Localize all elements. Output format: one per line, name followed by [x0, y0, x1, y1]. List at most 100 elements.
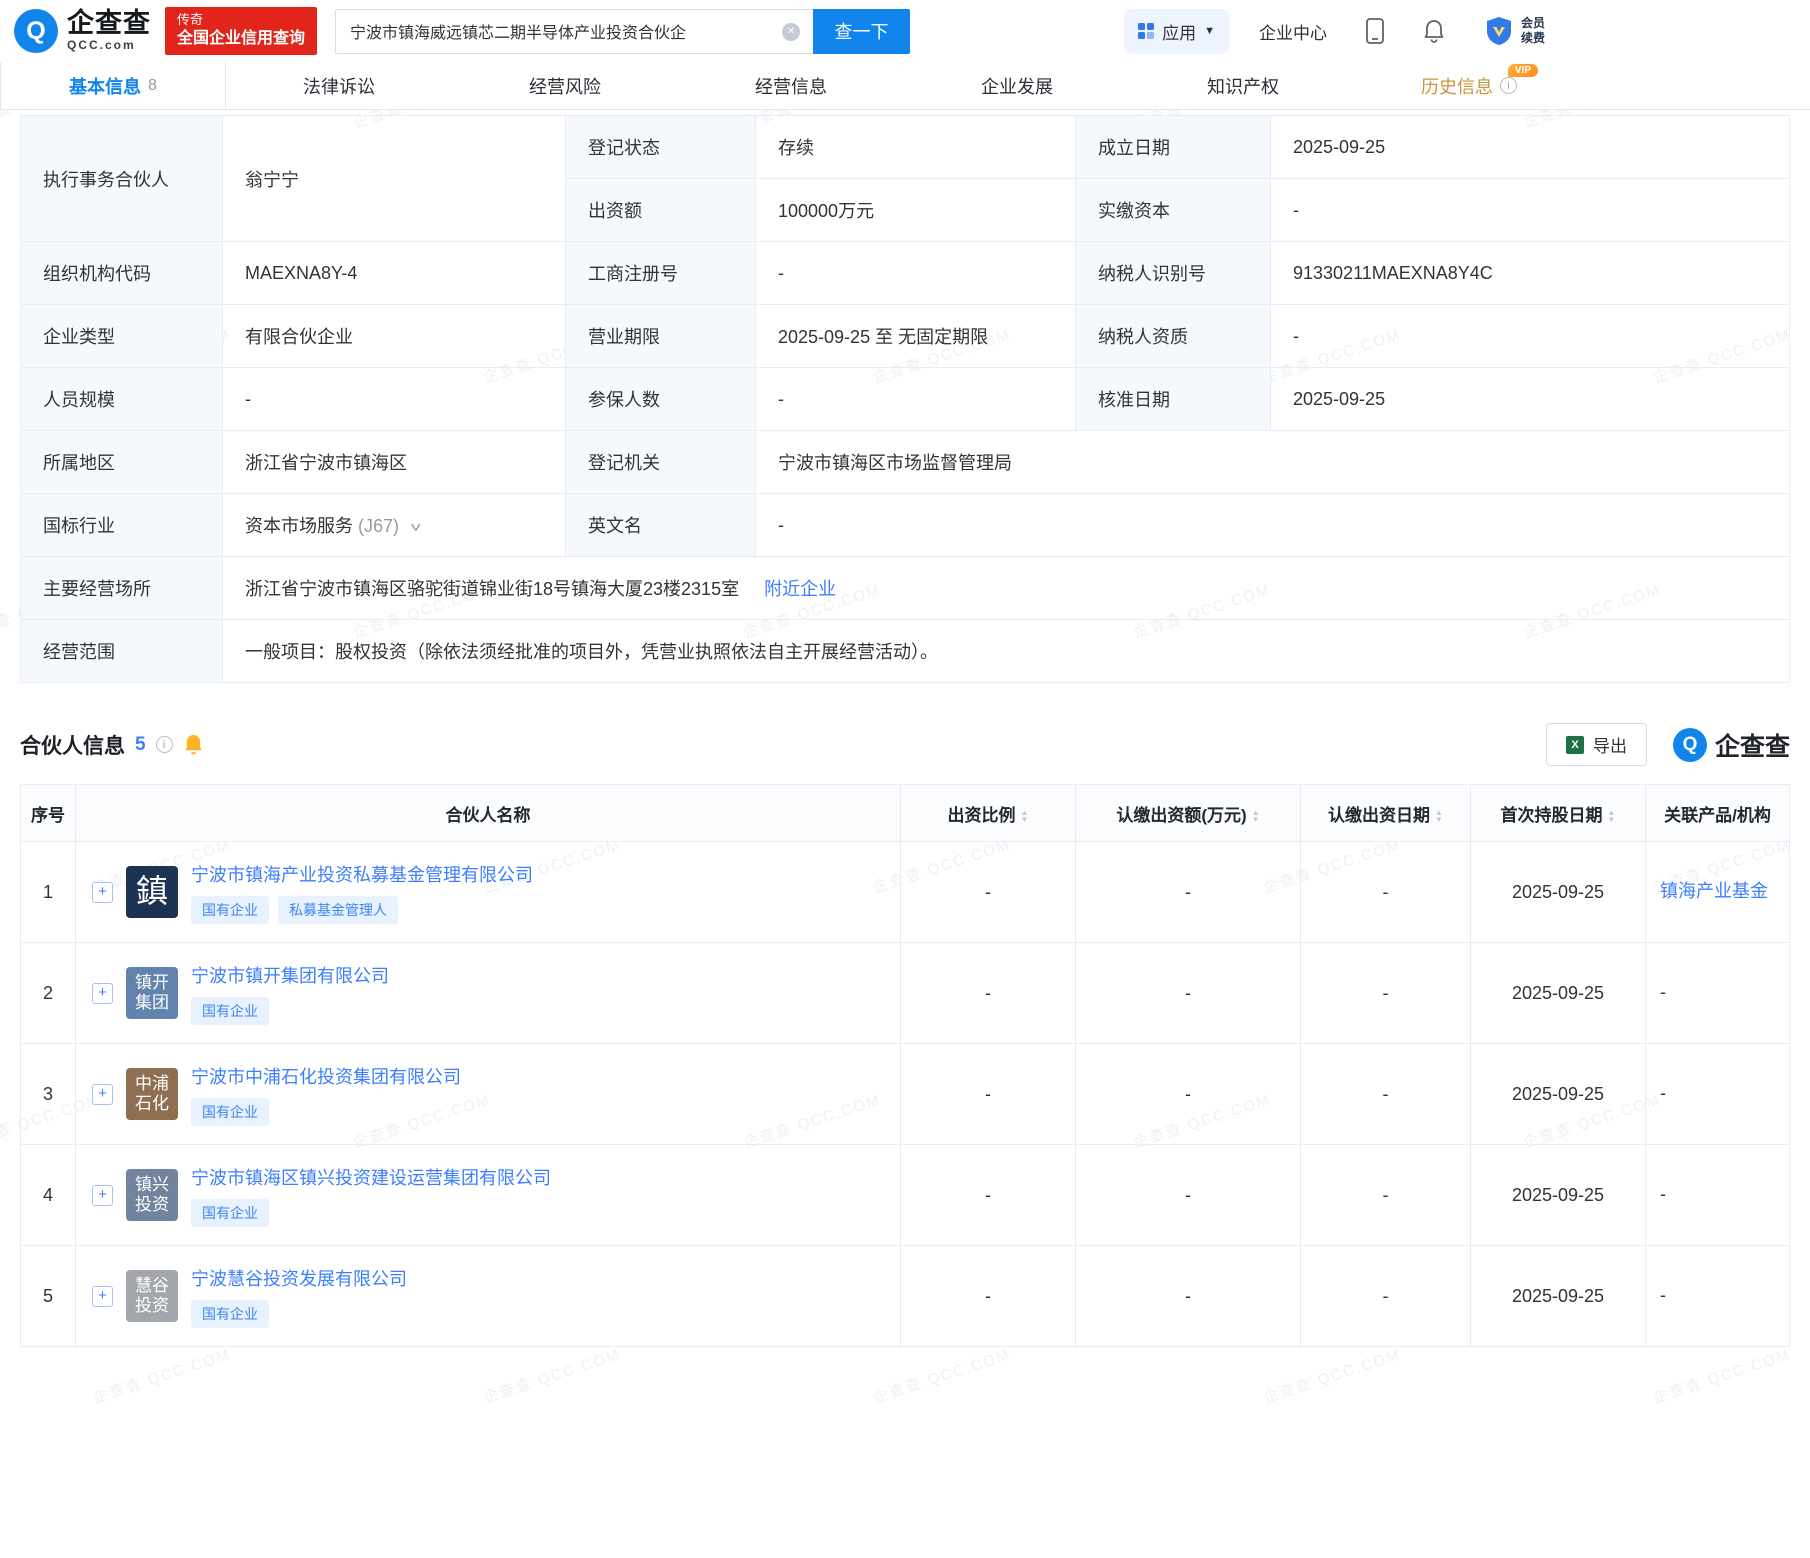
partner-related-cell: -	[1645, 1144, 1790, 1246]
partners-header: 合伙人信息 5 i X 导出 Q 企查查	[20, 723, 1790, 766]
tag: 国有企业	[191, 996, 269, 1025]
column-header-amount[interactable]: 认缴出资额(万元) ▲ ▼	[1075, 784, 1301, 842]
industry-name: 资本市场服务	[245, 516, 353, 536]
partner-tags: 国有企业 私募基金管理人	[191, 895, 533, 924]
member-renew[interactable]: 会员 续费	[1483, 15, 1545, 47]
column-label: 首次持股日期	[1500, 805, 1603, 825]
partner-name-cell: + 镇开 集团 宁波市镇开集团有限公司 国有企业	[75, 942, 901, 1044]
expand-row-button[interactable]: +	[92, 1285, 113, 1307]
apps-menu[interactable]: 应用 ▼	[1124, 8, 1229, 54]
value-industry: 资本市场服务 (J67) ˅	[222, 493, 566, 557]
tab-operation[interactable]: 经营信息	[678, 62, 904, 109]
export-button[interactable]: X 导出	[1545, 723, 1647, 766]
partner-name-link[interactable]: 宁波市镇海区镇兴投资建设运营集团有限公司	[191, 1164, 551, 1190]
value-capital: 100000万元	[755, 178, 1076, 242]
value-paid-capital: -	[1270, 178, 1790, 242]
member-label: 会员 续费	[1520, 16, 1545, 45]
partner-name-link[interactable]: 宁波慧谷投资发展有限公司	[191, 1265, 407, 1291]
company-logo: 镇兴 投资	[126, 1169, 178, 1221]
partner-row: 5 + 慧谷 投资 宁波慧谷投资发展有限公司 国有企业 - - -2025-09-25-	[20, 1245, 1790, 1347]
value-scope: 一般项目：股权投资（除依法须经批准的项目外，凭营业执照依法自主开展经营活动）。	[222, 619, 1790, 683]
partner-name-link[interactable]: 宁波市中浦石化投资集团有限公司	[191, 1063, 461, 1089]
partner-tags: 国有企业	[191, 1299, 407, 1328]
partner-name-link[interactable]: 宁波市镇开集团有限公司	[191, 962, 389, 988]
watermark-text: 企查查 QCC.COM	[91, 1346, 234, 1407]
clear-search-icon[interactable]: ✕	[782, 22, 801, 41]
qcc-brand-icon: Q	[1672, 727, 1707, 762]
partner-row: 4 + 镇兴 投资 宁波市镇海区镇兴投资建设运营集团有限公司 国有企业 - - -2025-09…	[20, 1144, 1790, 1246]
expand-row-button[interactable]: +	[92, 1083, 113, 1105]
sort-icon[interactable]: ▲ ▼	[1021, 809, 1029, 824]
label-capital: 出资额	[565, 178, 756, 242]
partners-section: 合伙人信息 5 i X 导出 Q 企查查 序号 合伙人名称 出资比例 ▲ ▼ 认…	[20, 723, 1790, 1347]
notification-icon[interactable]	[1423, 19, 1445, 43]
partner-related-cell: -	[1645, 1043, 1790, 1145]
info-icon[interactable]: i	[1500, 77, 1517, 94]
search-bar: ✕ 查一下	[335, 8, 911, 54]
partner-row: 1 + 鎮宁波市镇海产业投资私募基金管理有限公司 国有企业 私募基金管理人 - - -2025…	[20, 841, 1790, 943]
watermark-text: 企查查 QCC.COM	[481, 1346, 624, 1407]
enterprise-center-link[interactable]: 企业中心	[1259, 19, 1327, 44]
promo-banner[interactable]: 传奇 全国企业信用查询	[165, 6, 318, 56]
chevron-down-icon[interactable]: ˅	[410, 520, 421, 535]
column-header-sub-date[interactable]: 认缴出资日期 ▲ ▼	[1300, 784, 1471, 842]
partner-ratio: -	[900, 1144, 1076, 1246]
tab-legal[interactable]: 法律诉讼	[226, 62, 452, 109]
label-en-name: 英文名	[565, 493, 756, 557]
label-address: 主要经营场所	[20, 556, 223, 620]
sort-icon[interactable]: ▲ ▼	[1252, 809, 1260, 824]
nearby-companies-link[interactable]: 附近企业	[764, 579, 836, 599]
qcc-logo[interactable]: Q 企查查 QCC.com	[14, 9, 151, 53]
label-authority: 登记机关	[565, 430, 756, 494]
search-input[interactable]	[335, 8, 814, 54]
label-scope: 经营范围	[20, 619, 223, 683]
value-org-code: MAEXNA8Y-4	[222, 241, 566, 305]
column-header-name: 合伙人名称	[75, 784, 901, 842]
partner-sub-date: -	[1300, 942, 1471, 1044]
logo-subtitle: QCC.com	[67, 37, 136, 52]
export-label: 导出	[1592, 737, 1627, 756]
expand-row-button[interactable]: +	[92, 982, 113, 1004]
tab-risk[interactable]: 经营风险	[452, 62, 678, 109]
tab-history[interactable]: 历史信息 VIP i	[1356, 62, 1582, 109]
partner-ratio: -	[900, 942, 1076, 1044]
logo-title: 企查查	[67, 8, 151, 39]
mobile-icon[interactable]	[1365, 18, 1385, 44]
chevron-down-icon: ▼	[1204, 25, 1215, 37]
sort-icon[interactable]: ▲ ▼	[1608, 809, 1616, 824]
column-header-ratio[interactable]: 出资比例 ▲ ▼	[900, 784, 1076, 842]
tab-ip[interactable]: 知识产权	[1130, 62, 1356, 109]
excel-icon: X	[1565, 735, 1584, 754]
column-header-first-date[interactable]: 首次持股日期 ▲ ▼	[1470, 784, 1646, 842]
related-product-link[interactable]: 镇海产业基金	[1660, 881, 1768, 901]
partner-related-cell: -	[1645, 942, 1790, 1044]
value-reg-no: -	[755, 241, 1076, 305]
address-text: 浙江省宁波市镇海区骆驼街道锦业街18号镇海大厦23楼2315室	[245, 579, 740, 599]
partner-amount: -	[1075, 1043, 1301, 1145]
subscribe-bell-icon[interactable]	[183, 733, 204, 756]
search-button[interactable]: 查一下	[813, 8, 911, 54]
partner-sub-date: -	[1300, 1043, 1471, 1145]
label-exec-partner: 执行事务合伙人	[20, 115, 223, 242]
label-staff: 人员规模	[20, 367, 223, 431]
tab-development[interactable]: 企业发展	[904, 62, 1130, 109]
partners-table: 序号 合伙人名称 出资比例 ▲ ▼ 认缴出资额(万元) ▲ ▼ 认缴出资日期 ▲ ▼ 首次持股日期 ▲ ▼…	[20, 784, 1790, 1347]
partner-name-link[interactable]: 宁波市镇海产业投资私募基金管理有限公司	[191, 861, 533, 887]
tab-basic-info[interactable]: 基本信息 8	[0, 62, 226, 109]
page: 企查查 QCC.COM 企查查 QCC.COM 企查查 QCC.COM 企查查 QCC…	[0, 0, 1810, 1558]
column-label: 认缴出资日期	[1328, 805, 1431, 825]
partner-tags: 国有企业	[191, 1097, 461, 1126]
partner-name-cell: + 鎮宁波市镇海产业投资私募基金管理有限公司 国有企业 私募基金管理人	[75, 841, 901, 943]
value-company-type: 有限合伙企业	[222, 304, 566, 368]
sort-icon[interactable]: ▲ ▼	[1435, 809, 1443, 824]
expand-row-button[interactable]: +	[92, 881, 113, 903]
top-header: Q 企查查 QCC.com 传奇 全国企业信用查询 ✕ 查一下 应用 ▼ 企业中…	[0, 0, 1810, 62]
partner-tags: 国有企业	[191, 1198, 551, 1227]
company-logo: 中浦 石化	[126, 1068, 178, 1120]
info-icon[interactable]: i	[155, 736, 173, 753]
partner-index: 3	[20, 1043, 76, 1145]
label-company-type: 企业类型	[20, 304, 223, 368]
apps-grid-icon	[1138, 23, 1155, 39]
value-insured: -	[755, 367, 1076, 431]
expand-row-button[interactable]: +	[92, 1184, 113, 1206]
